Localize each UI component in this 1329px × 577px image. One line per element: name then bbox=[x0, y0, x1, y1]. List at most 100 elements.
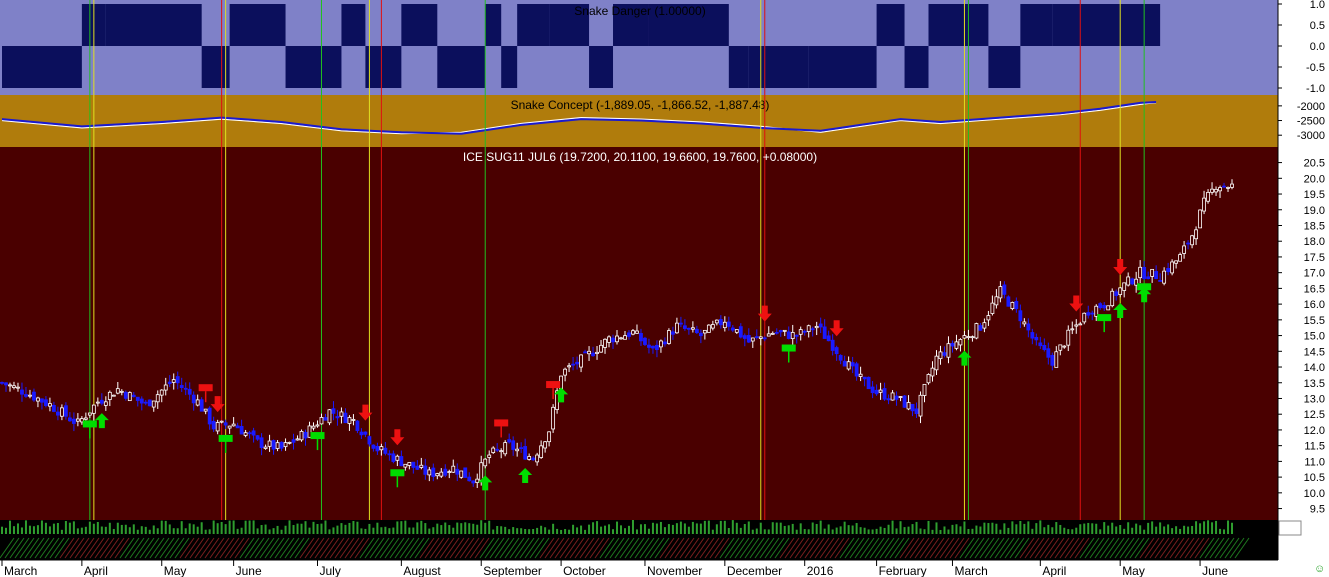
volume-strip bbox=[0, 520, 1278, 560]
volume-bar bbox=[136, 529, 139, 534]
candle-body bbox=[467, 476, 472, 482]
volume-bar bbox=[260, 525, 263, 534]
candle-body bbox=[327, 409, 332, 424]
y-tick-label: -2500 bbox=[1297, 116, 1325, 128]
candle-body bbox=[503, 442, 508, 455]
candle-body bbox=[994, 296, 999, 306]
volume-bar bbox=[192, 524, 195, 534]
volume-bar bbox=[160, 520, 163, 534]
volume-bar bbox=[627, 525, 630, 534]
candle-body bbox=[1034, 336, 1039, 341]
candle-body bbox=[143, 401, 148, 404]
y-tick-label: 18.0 bbox=[1304, 236, 1325, 248]
volume-bar bbox=[979, 526, 982, 534]
candle-body bbox=[1130, 278, 1135, 285]
volume-bar bbox=[827, 524, 830, 534]
candle-body bbox=[1194, 229, 1198, 240]
volume-bar bbox=[112, 528, 115, 534]
candle-body bbox=[870, 386, 875, 394]
candle-body bbox=[271, 440, 276, 450]
volume-bar bbox=[899, 521, 902, 534]
candle-body bbox=[898, 396, 903, 398]
volume-bar bbox=[727, 528, 730, 534]
candle-body bbox=[1190, 235, 1194, 246]
volume-bar bbox=[711, 529, 714, 534]
y-tick-label: 1.0 bbox=[1310, 0, 1325, 11]
volume-bar bbox=[855, 523, 858, 534]
candle-body bbox=[1154, 271, 1159, 280]
candle-body bbox=[1018, 310, 1023, 322]
candle-body bbox=[407, 462, 412, 466]
candle-body bbox=[663, 341, 667, 345]
candle-body bbox=[623, 335, 627, 340]
candle-body bbox=[938, 351, 943, 360]
candle-body bbox=[367, 436, 372, 445]
volume-bar bbox=[655, 523, 658, 534]
candle-body bbox=[631, 330, 635, 335]
candle-body bbox=[926, 374, 931, 384]
volume-bar bbox=[719, 520, 722, 534]
volume-bar bbox=[468, 523, 471, 534]
candle-body bbox=[391, 453, 396, 462]
danger-bar bbox=[105, 4, 202, 46]
candle-body bbox=[231, 423, 236, 427]
danger-bar bbox=[728, 46, 749, 88]
volume-bar bbox=[847, 525, 850, 534]
candle-body bbox=[535, 454, 540, 463]
candle-body bbox=[922, 383, 927, 396]
candle-body bbox=[970, 336, 975, 339]
volume-bar bbox=[995, 523, 998, 534]
candle-body bbox=[159, 389, 164, 396]
candle-body bbox=[395, 455, 400, 461]
volume-bar bbox=[915, 521, 918, 534]
volume-bar bbox=[212, 520, 215, 534]
volume-bar bbox=[759, 522, 762, 534]
candle-body bbox=[351, 419, 356, 421]
volume-bar bbox=[96, 521, 99, 534]
candle-body bbox=[1222, 185, 1226, 188]
candle-body bbox=[866, 376, 871, 390]
candle-body bbox=[195, 399, 200, 406]
candle-body bbox=[187, 388, 192, 395]
volume-bar bbox=[951, 524, 954, 534]
volume-bar bbox=[1043, 527, 1046, 534]
candle-body bbox=[918, 394, 923, 417]
volume-bar bbox=[747, 521, 750, 534]
candle-body bbox=[63, 405, 68, 417]
x-tick-label: December bbox=[727, 564, 782, 577]
candle-body bbox=[1150, 268, 1155, 277]
volume-bar bbox=[396, 521, 399, 534]
volume-bar bbox=[911, 524, 914, 534]
x-tick-label: July bbox=[319, 564, 340, 577]
volume-bar bbox=[460, 523, 463, 534]
volume-bar bbox=[416, 522, 419, 534]
volume-bar bbox=[1223, 529, 1226, 534]
candle-body bbox=[1142, 267, 1147, 279]
candle-body bbox=[44, 399, 48, 406]
candle-body bbox=[287, 441, 292, 444]
volume-bar bbox=[464, 522, 467, 534]
candle-body bbox=[471, 480, 476, 484]
candle-body bbox=[491, 447, 496, 453]
candle-body bbox=[651, 345, 655, 349]
volume-bar bbox=[36, 525, 39, 534]
candle-body bbox=[1058, 344, 1063, 351]
volume-bar bbox=[248, 520, 251, 534]
candle-body bbox=[902, 395, 907, 408]
candle-body bbox=[1106, 305, 1111, 311]
volume-bar bbox=[68, 522, 71, 534]
volume-bar bbox=[1159, 522, 1162, 534]
y-tick-label: -2000 bbox=[1297, 101, 1325, 113]
candle-body bbox=[718, 318, 723, 326]
candle-body bbox=[183, 387, 188, 390]
volume-bar bbox=[1127, 522, 1130, 534]
candle-body bbox=[459, 470, 464, 478]
x-tick-label: June bbox=[236, 564, 262, 577]
candle-body bbox=[878, 389, 883, 393]
candle-body bbox=[451, 465, 456, 473]
volume-bar bbox=[420, 520, 423, 534]
candle-body bbox=[786, 331, 791, 339]
candle-body bbox=[882, 388, 887, 400]
volume-bar bbox=[731, 520, 734, 534]
candle-body bbox=[135, 396, 140, 401]
